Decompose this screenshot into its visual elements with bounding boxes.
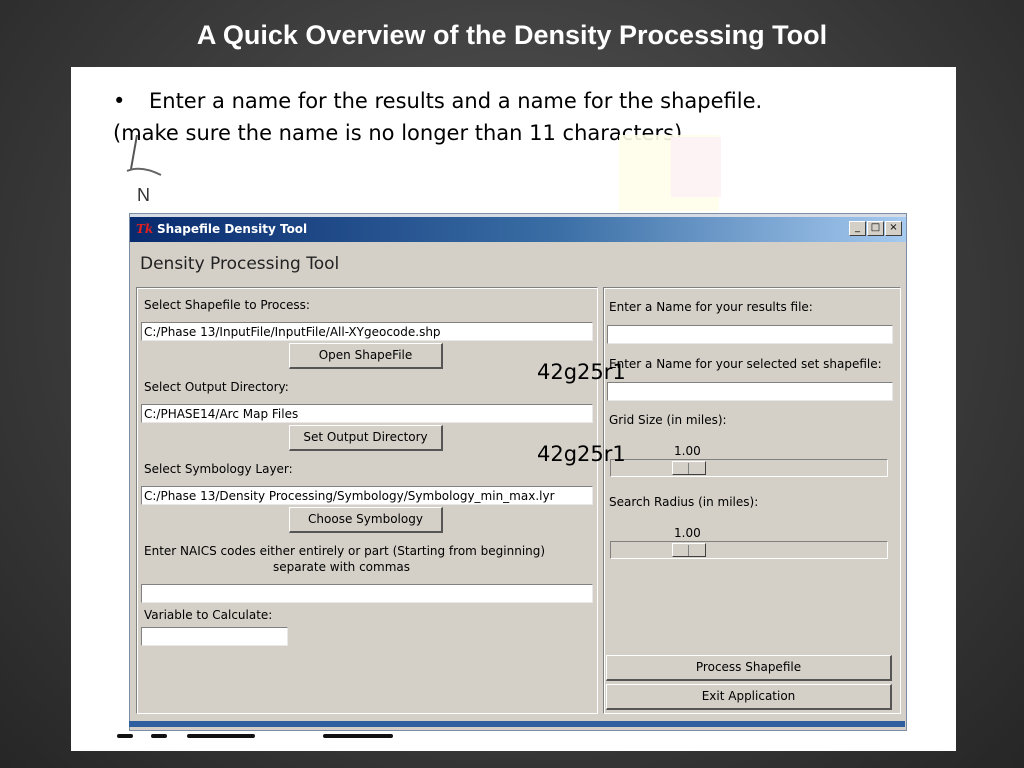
- grid-size-slider-thumb[interactable]: [672, 461, 706, 475]
- process-shapefile-button[interactable]: Process Shapefile: [606, 655, 892, 681]
- selected-set-label: Enter a Name for your selected set shape…: [609, 357, 882, 371]
- naics-label-line1: Enter NAICS codes either entirely or par…: [144, 544, 546, 558]
- bullet-marker: •: [113, 89, 126, 113]
- overlay-label-one: 42g25r1: [537, 360, 626, 384]
- bullet-item: • Enter a name for the results and a name…: [113, 89, 762, 113]
- output-directory-label: Select Output Directory:: [144, 380, 289, 394]
- right-input-panel: Enter a Name for your results file: Ente…: [603, 287, 901, 714]
- overlay-label-two: 42g25r1: [537, 442, 626, 466]
- exit-application-button[interactable]: Exit Application: [606, 684, 892, 710]
- left-input-panel: Select Shapefile to Process: C:/Phase 13…: [136, 287, 598, 714]
- variable-field[interactable]: [141, 627, 288, 646]
- grid-size-label: Grid Size (in miles):: [609, 413, 727, 427]
- search-radius-slider[interactable]: [610, 541, 888, 559]
- slide-content-area: • Enter a name for the results and a name…: [71, 67, 956, 751]
- close-button[interactable]: ×: [885, 221, 902, 236]
- bullet-text: Enter a name for the results and a name …: [149, 89, 763, 113]
- minimize-button[interactable]: _: [849, 221, 866, 236]
- app-window: Tk Shapefile Density Tool _ □ × Density Pr…: [129, 213, 907, 731]
- results-name-field[interactable]: [607, 325, 893, 344]
- window-bottom-border: [129, 721, 905, 727]
- slide-title: A Quick Overview of the Density Processi…: [196, 20, 828, 50]
- north-arrow-icon: N: [126, 135, 162, 205]
- symbology-label: Select Symbology Layer:: [144, 462, 293, 476]
- map-background-shape-pink: [671, 137, 721, 197]
- choose-symbology-button[interactable]: Choose Symbology: [289, 507, 443, 533]
- north-label: N: [137, 185, 150, 205]
- grid-size-value: 1.00: [674, 444, 701, 458]
- maximize-button[interactable]: □: [867, 221, 884, 236]
- note-text: (make sure the name is no longer than 11…: [113, 121, 683, 145]
- window-title: Shapefile Density Tool: [157, 222, 308, 236]
- search-radius-value: 1.00: [674, 526, 701, 540]
- window-titlebar[interactable]: Tk Shapefile Density Tool _ □ ×: [130, 214, 906, 242]
- shapefile-path-field[interactable]: C:/Phase 13/InputFile/InputFile/All-XYge…: [141, 322, 593, 341]
- search-radius-label: Search Radius (in miles):: [609, 495, 759, 509]
- selected-set-field[interactable]: [607, 382, 893, 401]
- open-shapefile-button[interactable]: Open ShapeFile: [289, 343, 443, 369]
- variable-label: Variable to Calculate:: [144, 608, 273, 622]
- naics-label-line2: separate with commas: [273, 560, 410, 574]
- set-output-directory-button[interactable]: Set Output Directory: [289, 425, 443, 451]
- shapefile-label: Select Shapefile to Process:: [144, 298, 310, 312]
- grid-size-slider[interactable]: [610, 459, 888, 477]
- output-directory-field[interactable]: C:/PHASE14/Arc Map Files: [141, 404, 593, 423]
- results-name-label: Enter a Name for your results file:: [609, 300, 813, 314]
- tk-app-icon: Tk: [136, 222, 154, 236]
- window-controls: _ □ ×: [848, 221, 902, 240]
- app-heading: Density Processing Tool: [140, 254, 340, 274]
- naics-codes-field[interactable]: [141, 584, 593, 603]
- symbology-path-field[interactable]: C:/Phase 13/Density Processing/Symbology…: [141, 486, 593, 505]
- search-radius-slider-thumb[interactable]: [672, 543, 706, 557]
